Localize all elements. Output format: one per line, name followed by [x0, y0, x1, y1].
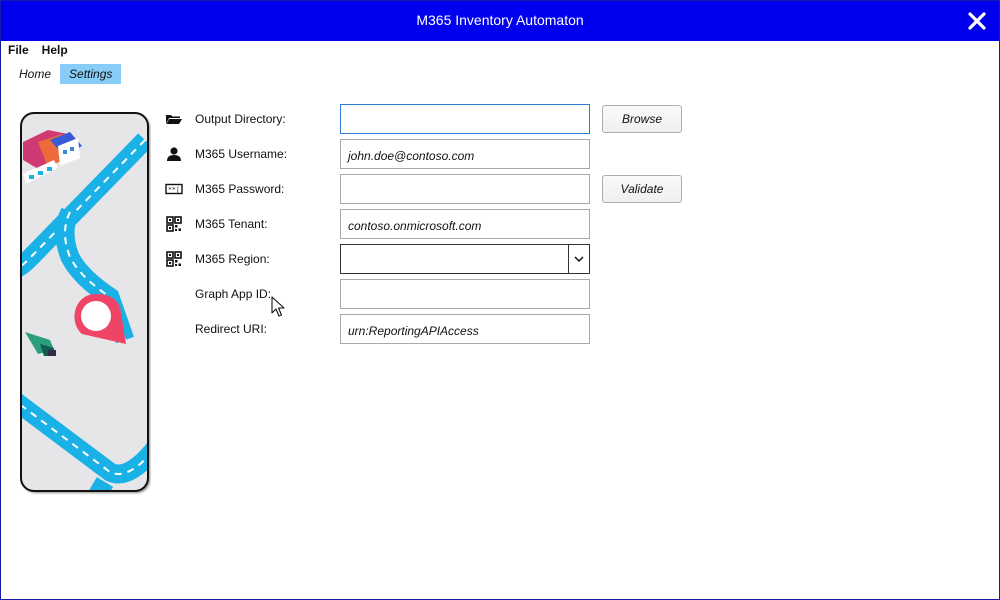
region-dropdown[interactable] — [340, 244, 590, 274]
tenant-label: M365 Tenant: — [195, 217, 268, 231]
menu-bar: File Help — [8, 43, 68, 59]
tab-home[interactable]: Home — [10, 64, 60, 84]
password-label: M365 Password: — [195, 182, 285, 196]
menu-file[interactable]: File — [8, 43, 29, 59]
user-icon — [167, 147, 181, 161]
mouse-cursor-icon — [271, 296, 285, 317]
browse-button[interactable]: Browse — [602, 105, 682, 133]
map-illustration — [20, 112, 149, 492]
close-icon[interactable] — [965, 9, 989, 33]
username-input[interactable]: john.doe@contoso.com — [340, 139, 590, 169]
chevron-down-icon[interactable] — [573, 254, 585, 264]
redirect-uri-input[interactable]: urn:ReportingAPIAccess — [340, 314, 590, 344]
graph-app-id-input[interactable] — [340, 279, 590, 309]
validate-button[interactable]: Validate — [602, 175, 682, 203]
window-title: M365 Inventory Automaton — [416, 12, 584, 28]
app-window: M365 Inventory Automaton File Help Home … — [0, 0, 1000, 600]
tab-settings[interactable]: Settings — [60, 64, 122, 84]
username-label: M365 Username: — [195, 147, 288, 161]
title-bar[interactable]: M365 Inventory Automaton — [1, 1, 999, 41]
region-label: M365 Region: — [195, 252, 270, 266]
password-icon: **| — [165, 183, 183, 195]
output-directory-input[interactable] — [340, 104, 590, 134]
svg-text:**|: **| — [168, 186, 180, 194]
graph-app-id-label: Graph App ID: — [195, 287, 272, 301]
folder-icon — [166, 115, 182, 124]
password-input[interactable] — [340, 174, 590, 204]
qr-icon — [166, 251, 182, 267]
output-directory-label: Output Directory: — [195, 112, 286, 126]
tenant-input[interactable]: contoso.onmicrosoft.com — [340, 209, 590, 239]
qr-icon — [166, 216, 182, 232]
tab-bar: Home Settings — [10, 64, 122, 84]
redirect-uri-label: Redirect URI: — [195, 322, 268, 336]
menu-help[interactable]: Help — [42, 43, 68, 59]
dropdown-separator — [568, 245, 569, 273]
